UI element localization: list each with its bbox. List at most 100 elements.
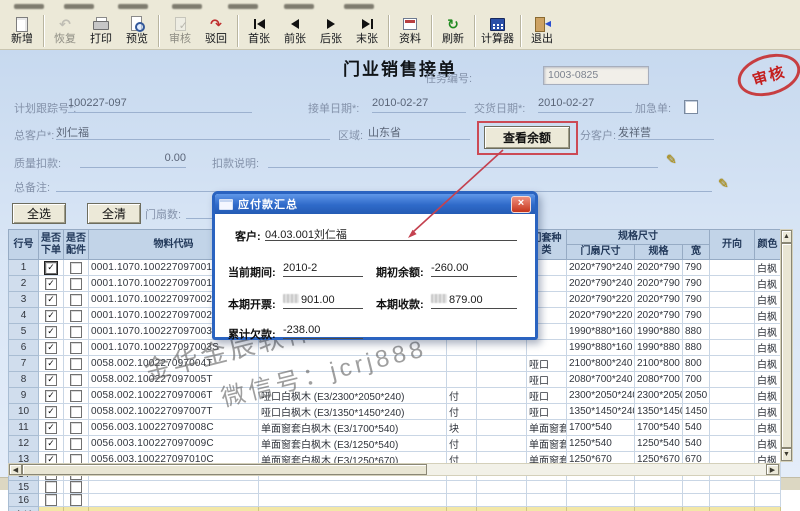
menu-item-stub[interactable] (284, 4, 314, 9)
table-row: 100058.002.100227097007T哑口白枫木 (E3/1350*1… (9, 404, 781, 420)
table-row: 110056.003.100227097008C单面窗套白枫木 (E3/1700… (9, 420, 781, 436)
accessory-checkbox[interactable] (70, 358, 82, 370)
prev-button[interactable]: 前张 (277, 15, 313, 46)
accessory-checkbox[interactable] (70, 422, 82, 434)
reject-button[interactable]: 驳回 (198, 15, 234, 46)
ordered-checkbox[interactable] (45, 358, 57, 370)
clear-all-button[interactable]: 全清 (87, 203, 141, 224)
ordered-checkbox[interactable] (45, 310, 57, 322)
ordered-checkbox[interactable] (45, 326, 57, 338)
accessory-checkbox[interactable] (70, 310, 82, 322)
blank-cell (477, 494, 527, 507)
printer-icon (92, 16, 110, 32)
first-button[interactable]: 首张 (241, 15, 277, 46)
ordered-checkbox[interactable] (45, 481, 57, 493)
ordered-checkbox-cell (39, 436, 64, 452)
payable-summary-dialog: 应付款汇总 × 客户: 04.03.001刘仁福 当前期间: 2010-2 期初… (212, 191, 538, 340)
spec-cell: 2080*700 (635, 372, 683, 388)
menu-item-stub[interactable] (344, 4, 374, 9)
accessory-checkbox[interactable] (70, 326, 82, 338)
sub-customer-field[interactable]: 发祥营 (618, 124, 714, 140)
deduct-note-field[interactable] (268, 152, 658, 168)
exit-button[interactable]: 退出 (524, 15, 560, 46)
next-icon (322, 16, 340, 32)
ordered-checkbox[interactable] (45, 262, 57, 274)
menu-item-stub[interactable] (228, 4, 258, 9)
ordered-checkbox[interactable] (45, 374, 57, 386)
toolbar-separator (474, 15, 475, 47)
new-button[interactable]: 新增 (4, 15, 40, 46)
dialog-total-owed-label: 累计欠款: (228, 326, 276, 342)
accessory-checkbox[interactable] (70, 406, 82, 418)
task-no-input[interactable]: 1003-0825 (543, 66, 649, 85)
accessory-checkbox[interactable] (70, 390, 82, 402)
data-button[interactable]: 资料 (392, 15, 428, 46)
total-row: 合计 (9, 507, 781, 511)
quality-deduct-field[interactable]: 0.00 (80, 152, 186, 168)
ordered-checkbox-cell (39, 481, 64, 494)
accessory-checkbox[interactable] (70, 494, 82, 506)
ordered-checkbox[interactable] (45, 390, 57, 402)
scroll-up-button[interactable]: ▲ (781, 230, 792, 243)
ordered-checkbox[interactable] (45, 294, 57, 306)
total-cell (567, 507, 635, 511)
ordered-checkbox[interactable] (45, 278, 57, 290)
deliver-date-field[interactable]: 2010-02-27 (538, 97, 632, 113)
direction-cell (710, 481, 755, 494)
accessory-checkbox[interactable] (70, 294, 82, 306)
horizontal-scroll-thumb[interactable] (22, 464, 427, 475)
leaf-size-cell: 2100*800*240 (567, 356, 635, 372)
region-field[interactable]: 山东省 (368, 124, 470, 140)
last-button[interactable]: 末张 (349, 15, 385, 46)
accessory-checkbox[interactable] (70, 262, 82, 274)
customer-field[interactable]: 刘仁福 (56, 124, 330, 140)
edit-pencil-icon[interactable]: ✎ (666, 152, 677, 168)
table-row: 90058.002.100227097006T哑口白枫木 (E3/2300*20… (9, 388, 781, 404)
exit-icon (533, 16, 551, 32)
print-button[interactable]: 打印 (83, 15, 119, 46)
preview-button[interactable]: 预览 (119, 15, 155, 46)
leaf-size-cell: 1250*540 (567, 436, 635, 452)
ordered-checkbox[interactable] (45, 438, 57, 450)
accessory-checkbox[interactable] (70, 374, 82, 386)
close-icon[interactable]: × (511, 196, 531, 213)
accessory-checkbox[interactable] (70, 481, 82, 493)
dialog-titlebar[interactable]: 应付款汇总 × (215, 194, 535, 214)
next-button[interactable]: 后张 (313, 15, 349, 46)
accessory-checkbox[interactable] (70, 438, 82, 450)
spec-cell: 2020*790 (635, 308, 683, 324)
toolbar-button-label: 新增 (11, 34, 33, 45)
vertical-scroll-thumb[interactable] (781, 243, 792, 448)
menu-item-stub[interactable] (118, 4, 148, 9)
width-cell (683, 481, 710, 494)
leaf-size-cell: 1350*1450*240 (567, 404, 635, 420)
direction-cell (710, 260, 755, 276)
scroll-left-button[interactable]: ◀ (9, 464, 22, 475)
accessory-checkbox[interactable] (70, 278, 82, 290)
select-all-button[interactable]: 全选 (12, 203, 66, 224)
edit-pencil-icon[interactable]: ✎ (718, 176, 729, 192)
urgent-checkbox[interactable] (684, 100, 698, 114)
direction-cell (710, 436, 755, 452)
menu-item-stub[interactable] (14, 4, 44, 9)
horizontal-scrollbar[interactable]: ◀ ▶ (8, 463, 780, 476)
ordered-checkbox[interactable] (45, 342, 57, 354)
scroll-down-button[interactable]: ▼ (781, 448, 792, 461)
blank-cell (477, 372, 527, 388)
total-cell (64, 507, 89, 511)
vertical-scrollbar[interactable]: ▲ ▼ (780, 229, 793, 462)
calculator-button[interactable]: 计算器 (478, 15, 517, 46)
refresh-button[interactable]: 刷新 (435, 15, 471, 46)
plan-no-field[interactable]: 100227-097 (68, 97, 252, 113)
toolbar-separator (158, 15, 159, 47)
menu-item-stub[interactable] (64, 4, 94, 9)
ordered-checkbox[interactable] (45, 406, 57, 418)
ordered-checkbox[interactable] (45, 494, 57, 506)
ordered-checkbox[interactable] (45, 422, 57, 434)
material-code-cell (89, 494, 259, 507)
scroll-right-button[interactable]: ▶ (766, 464, 779, 475)
remark-field[interactable] (56, 176, 712, 192)
accessory-checkbox[interactable] (70, 342, 82, 354)
menu-item-stub[interactable] (172, 4, 202, 9)
order-date-field[interactable]: 2010-02-27 (372, 97, 466, 113)
